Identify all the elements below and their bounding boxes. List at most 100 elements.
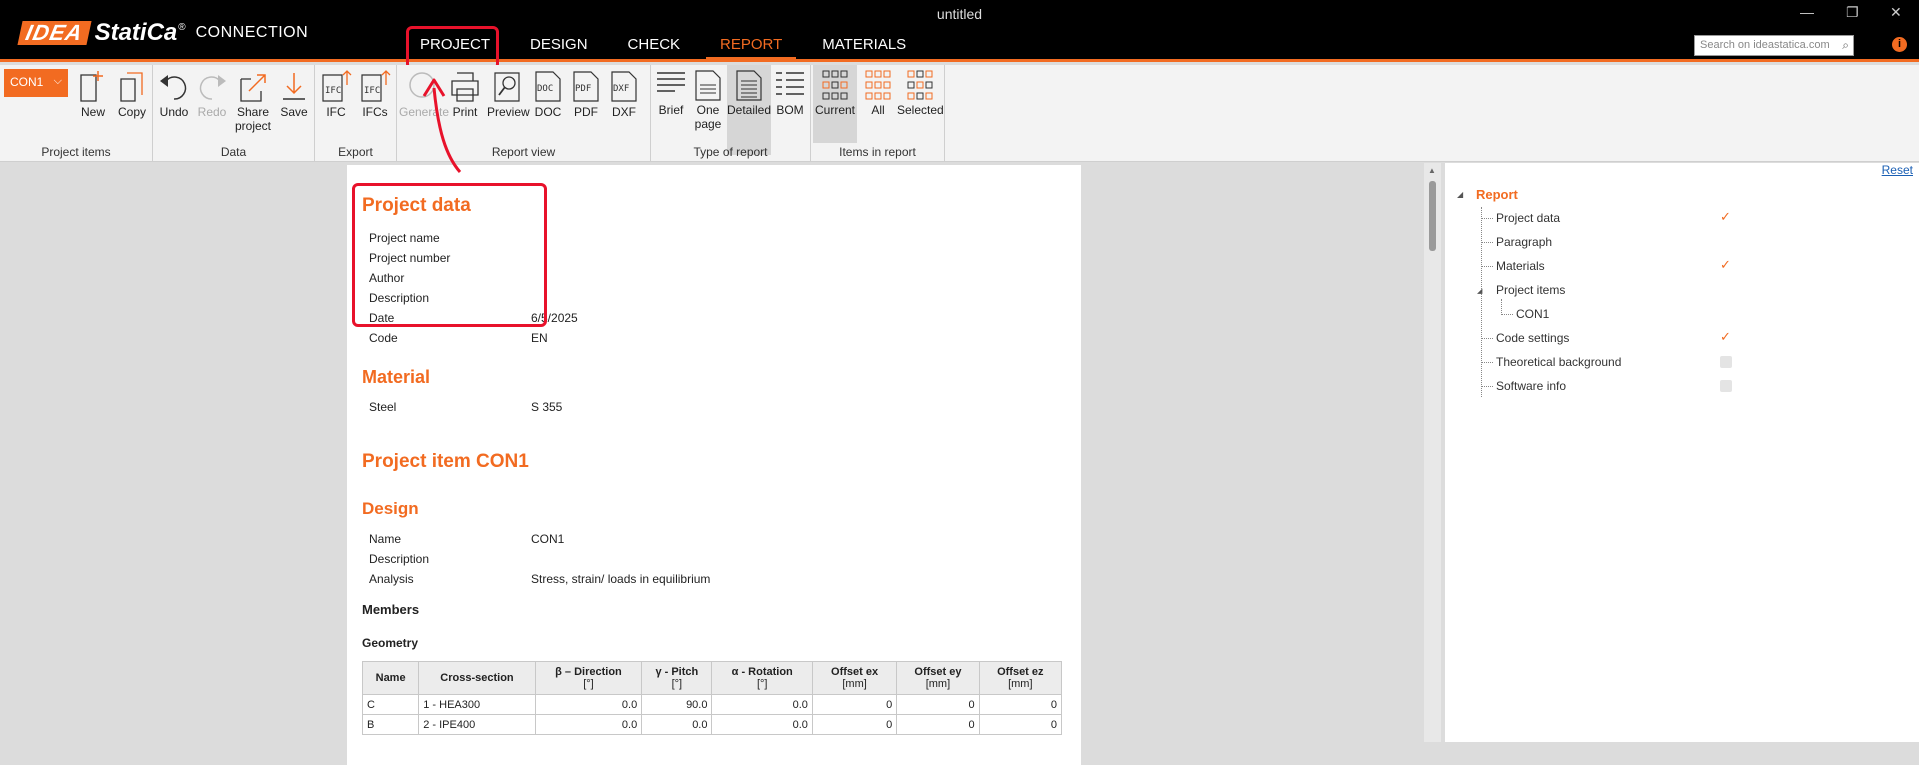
column-header: β – Direction [°]: [534, 661, 643, 695]
all-items-icon: [865, 70, 891, 100]
row-value: Stress, strain/ loads in equilibrium: [531, 572, 711, 586]
tab-design[interactable]: DESIGN: [516, 34, 602, 60]
group-export: IFC IFC IFC IFCs Export: [315, 65, 397, 162]
group-type-of-report: Brief One page Detailed BOM Type of repo…: [651, 65, 811, 162]
selected-items-icon: [907, 70, 933, 100]
brief-label: Brief: [658, 103, 684, 117]
save-button[interactable]: Save: [277, 69, 311, 119]
redo-label: Redo: [197, 105, 227, 119]
tree-item-paragraph[interactable]: Paragraph: [1496, 235, 1552, 249]
table-cell: 0.0: [711, 714, 813, 735]
row-label: Analysis: [369, 572, 414, 586]
detailed-label: Detailed: [727, 103, 772, 117]
tree-root-report[interactable]: Report: [1476, 187, 1518, 202]
pdf-label: PDF: [574, 105, 598, 119]
row-value: EN: [531, 331, 548, 345]
tree-item-project-data[interactable]: Project data: [1496, 211, 1560, 225]
search-icon[interactable]: ⌕: [1842, 38, 1849, 53]
table-cell: 1 - HEA300: [418, 694, 536, 715]
copy-button[interactable]: Copy: [114, 69, 150, 119]
geometry-table: Name Cross-section β – Direction [°] γ - …: [361, 661, 1063, 735]
group-label-type-of-report: Type of report: [693, 145, 768, 159]
project-data-checkbox[interactable]: ✓: [1720, 210, 1732, 223]
tab-check[interactable]: CHECK: [614, 34, 695, 60]
tree-item-code-settings[interactable]: Code settings: [1496, 331, 1569, 345]
members-heading: Members: [362, 602, 420, 617]
svg-text:DXF: DXF: [613, 84, 629, 94]
all-button[interactable]: All: [861, 69, 895, 117]
project-tab-highlight: [406, 26, 499, 70]
tree-item-project-items[interactable]: Project items: [1496, 283, 1565, 297]
svg-text:IFC: IFC: [364, 86, 380, 96]
info-icon[interactable]: i: [1892, 37, 1907, 52]
report-scrollbar[interactable]: ▲: [1424, 163, 1441, 742]
column-header: Cross-section: [418, 661, 536, 695]
share-project-button[interactable]: Share project: [233, 69, 273, 133]
code-settings-checkbox[interactable]: ✓: [1720, 330, 1732, 343]
dxf-button[interactable]: DXF DXF: [607, 69, 641, 119]
theoretical-background-checkbox[interactable]: [1720, 356, 1732, 368]
one-page-icon: [695, 70, 721, 101]
redo-button[interactable]: Redo: [195, 69, 229, 119]
tree-item-software-info[interactable]: Software info: [1496, 379, 1566, 393]
table-cell: 2 - IPE400: [418, 714, 536, 735]
doc-button[interactable]: DOC DOC: [531, 69, 565, 119]
row-value: S 355: [531, 400, 563, 414]
ifc-button[interactable]: IFC IFC: [318, 69, 354, 119]
selected-button[interactable]: Selected: [897, 69, 944, 117]
table-cell: 90.0: [641, 694, 713, 715]
bom-icon: [776, 72, 804, 95]
title-bar: IDEA StatiCa ® CONNECTION untitled PROJE…: [0, 0, 1919, 62]
ifcs-button[interactable]: IFC IFCs: [357, 69, 393, 119]
tab-report[interactable]: REPORT: [706, 34, 797, 60]
scroll-thumb[interactable]: [1429, 181, 1436, 251]
pdf-icon: PDF: [573, 71, 599, 102]
pdf-button[interactable]: PDF PDF: [569, 69, 603, 119]
redo-icon: [199, 75, 226, 100]
tab-materials[interactable]: MATERIALS: [808, 34, 920, 60]
table-cell: 0: [896, 714, 980, 735]
one-page-label: One page: [694, 103, 722, 131]
software-info-checkbox[interactable]: [1720, 380, 1732, 392]
new-icon: [80, 71, 103, 102]
table-cell: 0: [811, 694, 898, 715]
tree-connector: [1481, 218, 1493, 219]
brief-button[interactable]: Brief: [653, 69, 689, 117]
new-button[interactable]: New: [76, 69, 110, 119]
table-cell: 0.0: [534, 714, 643, 735]
one-page-button[interactable]: One page: [691, 69, 725, 131]
row-value: CON1: [531, 532, 565, 546]
tree-connector: [1481, 386, 1493, 387]
copy-icon: [120, 72, 143, 102]
group-label-export: Export: [338, 145, 373, 159]
close-icon[interactable]: ✕: [1890, 4, 1902, 21]
logo-statica-text: StatiCa: [94, 19, 178, 46]
ifc-label: IFC: [326, 105, 346, 119]
minimize-icon[interactable]: —: [1800, 4, 1814, 20]
project-item-selector[interactable]: CON1 ⌵: [4, 69, 68, 97]
group-project-items: CON1 ⌵ New Copy Project items: [0, 65, 153, 162]
dxf-label: DXF: [612, 105, 636, 119]
restore-icon[interactable]: ❐: [1846, 4, 1859, 21]
table-header-row: Name Cross-section β – Direction [°] γ - …: [361, 661, 1063, 695]
collapse-icon[interactable]: ◢: [1477, 287, 1482, 295]
share-icon: [240, 74, 266, 102]
group-data: Undo Redo Share project Save Data: [153, 65, 315, 162]
undo-button[interactable]: Undo: [157, 69, 191, 119]
search-input[interactable]: Search on ideastatica.com ⌕: [1694, 35, 1854, 56]
row-label: Name: [369, 532, 402, 546]
reset-link[interactable]: Reset: [1882, 163, 1913, 177]
current-button[interactable]: Current: [813, 65, 857, 143]
materials-checkbox[interactable]: ✓: [1720, 258, 1732, 271]
tree-item-materials[interactable]: Materials: [1496, 259, 1545, 273]
detailed-button[interactable]: Detailed: [727, 65, 771, 155]
project-data-highlight: [352, 183, 547, 327]
product-name: CONNECTION: [195, 24, 309, 41]
row-label: Steel: [369, 400, 397, 414]
collapse-icon[interactable]: ◢: [1457, 190, 1463, 199]
tree-item-con1[interactable]: CON1: [1516, 307, 1549, 321]
tree-item-theoretical-background[interactable]: Theoretical background: [1496, 355, 1621, 369]
bom-button[interactable]: BOM: [773, 69, 807, 117]
scroll-up-icon[interactable]: ▲: [1428, 166, 1436, 175]
undo-label: Undo: [159, 105, 189, 119]
